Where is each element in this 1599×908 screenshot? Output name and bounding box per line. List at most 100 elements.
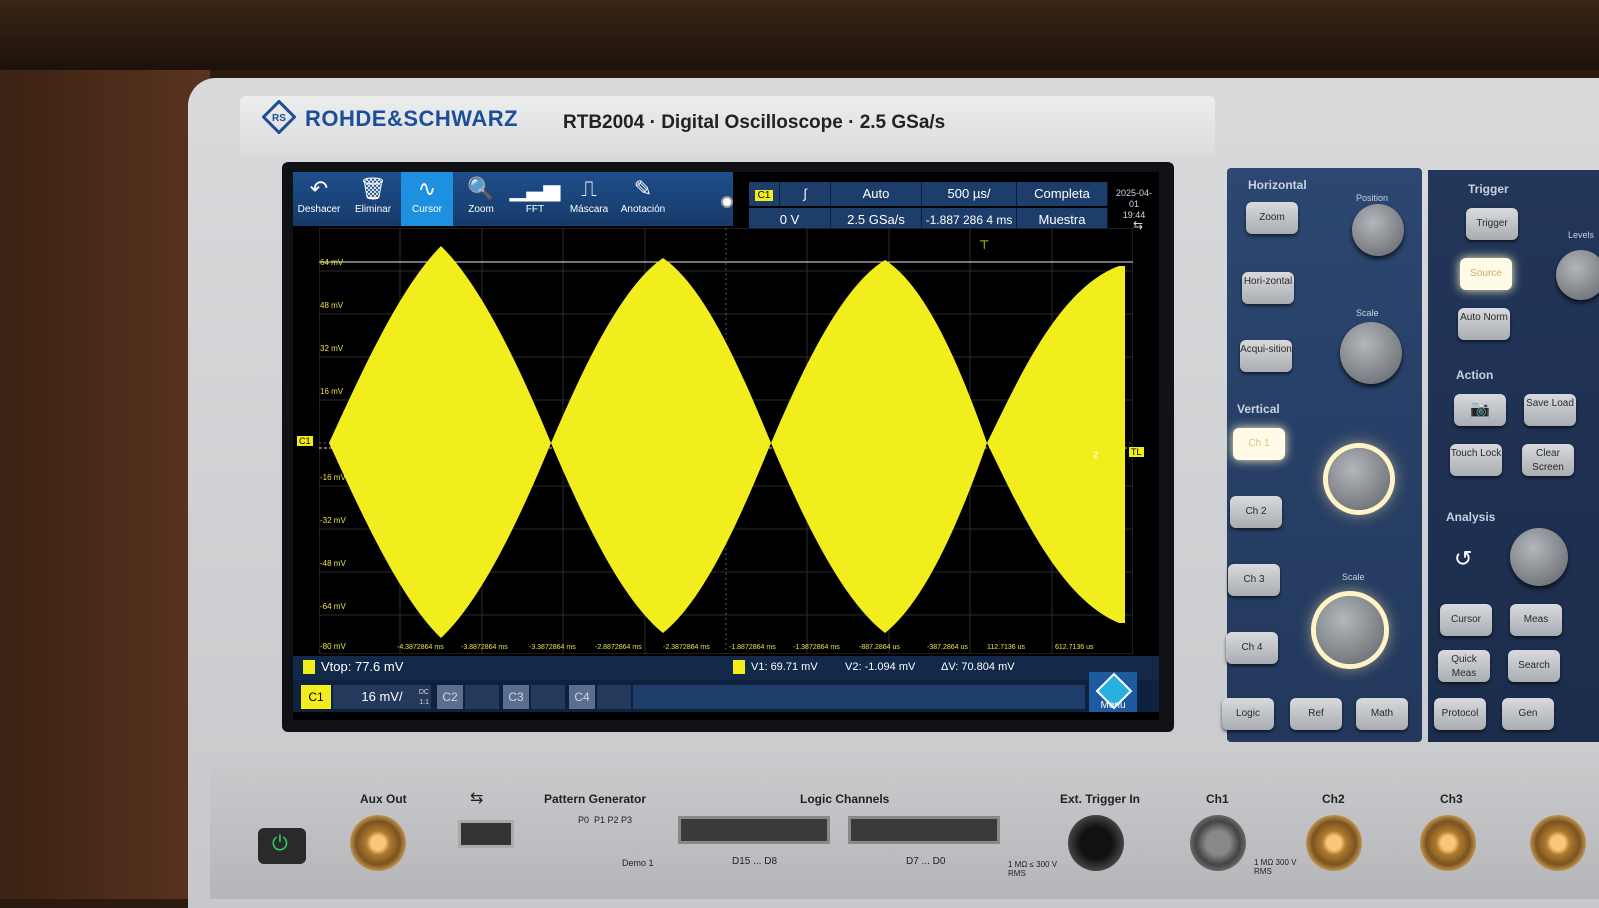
channel-4-scale[interactable] — [597, 685, 631, 709]
channel-1-scale[interactable]: 16 mV/ DC 1:1 — [333, 685, 431, 709]
ref-hw-button[interactable]: Ref — [1290, 698, 1342, 730]
gen-hw-button[interactable]: Gen — [1502, 698, 1554, 730]
ch1-hw-button[interactable]: Ch 1 — [1233, 428, 1285, 460]
x-label: -2.3872864 ms — [663, 644, 710, 651]
ch4-input-connector[interactable] — [1530, 815, 1586, 871]
menu-button[interactable]: Menu — [1089, 672, 1137, 712]
vertical-position-knob[interactable] — [1328, 448, 1390, 510]
aux-out-connector[interactable] — [350, 815, 406, 871]
channel-1-marker[interactable]: C1 — [297, 436, 313, 446]
vertical-title: Vertical — [1237, 402, 1280, 416]
zoom-tool-button[interactable]: 🔍 Zoom — [455, 172, 507, 226]
vtop-value: Vtop: 77.6 mV — [321, 659, 404, 674]
trigger-hw-button[interactable]: Trigger — [1466, 208, 1518, 240]
position-label: Position — [1356, 193, 1389, 203]
trigger-channel-cell[interactable]: C1 — [749, 182, 780, 206]
delete-button[interactable]: 🗑 Eliminar — [347, 172, 399, 226]
usb-port[interactable] — [458, 820, 514, 848]
math-hw-button[interactable]: Math — [1356, 698, 1408, 730]
auto-norm-hw-button[interactable]: Auto Norm — [1458, 308, 1510, 340]
channel-1-tab[interactable]: C1 — [301, 685, 331, 709]
save-load-hw-button[interactable]: Save Load — [1524, 394, 1576, 426]
power-icon: ⏻ — [272, 833, 288, 855]
brand-name: ROHDE&SCHWARZ — [305, 106, 519, 131]
touch-lock-hw-button[interactable]: Touch Lock — [1450, 444, 1502, 476]
channel-3-tab[interactable]: C3 — [503, 685, 529, 709]
horizontal-hw-button[interactable]: Hori-zontal — [1242, 272, 1294, 304]
screenshot-hw-button[interactable]: 📷 — [1454, 394, 1506, 426]
search-hw-button[interactable]: Search — [1508, 650, 1560, 682]
fft-button[interactable]: ▁▃▅ FFT — [509, 172, 561, 226]
trigger-level-knob[interactable] — [1556, 250, 1599, 300]
undo-button[interactable]: ↶ Deshacer — [293, 172, 345, 226]
y-label: 64 mV — [320, 258, 344, 267]
cursor-hw-button[interactable]: Cursor — [1440, 604, 1492, 636]
zoom-label: Zoom — [468, 204, 494, 215]
ch1-input-connector[interactable] — [1190, 815, 1246, 871]
cursor-2-marker[interactable]: 2 — [1093, 450, 1098, 460]
acquisition-hw-button[interactable]: Acqui-sition — [1240, 340, 1292, 372]
x-label: -2.8872864 ms — [595, 644, 642, 651]
quick-meas-hw-button[interactable]: Quick Meas — [1438, 650, 1490, 682]
cursor-delta-v: ΔV: 70.804 mV — [941, 661, 1015, 673]
clear-screen-hw-button[interactable]: Clear Screen — [1522, 444, 1574, 476]
meas-hw-button[interactable]: Meas — [1510, 604, 1562, 636]
x-label: -887.2864 us — [859, 644, 900, 651]
d15-d8-label: D15 ... D8 — [732, 856, 778, 867]
channel-1-probe: 1:1 — [419, 699, 429, 706]
toolbar-expand-icon[interactable] — [721, 196, 733, 208]
trash-icon: 🗑 — [359, 176, 387, 201]
channel-4-tab[interactable]: C4 — [569, 685, 595, 709]
trigger-title: Trigger — [1468, 182, 1509, 196]
x-label: 112.7136 us — [987, 644, 1026, 651]
background-shelf — [0, 0, 1599, 70]
horizontal-position-knob[interactable] — [1352, 204, 1404, 256]
ch2-input-label: Ch2 — [1322, 792, 1345, 806]
channel-2-tab[interactable]: C2 — [437, 685, 463, 709]
waveform-grid[interactable] — [319, 228, 1133, 654]
vertical-scale-knob[interactable] — [1316, 596, 1384, 664]
trigger-level-marker[interactable]: TL — [1129, 447, 1144, 457]
source-hw-button[interactable]: Source — [1460, 258, 1512, 290]
ch3-input-connector[interactable] — [1420, 815, 1476, 871]
cursor-tool-button[interactable]: ∿ Cursor — [401, 172, 453, 226]
levels-label: Levels — [1568, 230, 1595, 240]
channel-bar: C1 16 mV/ DC 1:1 C2 C3 C4 Menu — [293, 672, 1159, 712]
ch2-hw-button[interactable]: Ch 2 — [1230, 496, 1282, 528]
trigger-position-icon[interactable]: ⊤ — [979, 238, 989, 252]
channel-2-scale[interactable] — [465, 685, 499, 709]
horizontal-scale-knob[interactable] — [1340, 322, 1402, 384]
toolbar: ↶ Deshacer 🗑 Eliminar ∿ Cursor 🔍 Zoom ▁▃… — [293, 172, 733, 226]
protocol-hw-button[interactable]: Protocol — [1434, 698, 1486, 730]
model-title: RTB2004 · Digital Oscilloscope · 2.5 GSa… — [563, 112, 946, 133]
cursor-label: Cursor — [411, 204, 442, 215]
run-stop-icon[interactable]: ↺ — [1454, 546, 1472, 572]
ext-trigger-connector[interactable] — [1068, 815, 1124, 871]
logic-connector-d15-d8[interactable] — [678, 816, 830, 844]
mask-icon: ⎍ — [581, 176, 597, 201]
zoom-hw-button[interactable]: Zoom — [1246, 202, 1298, 234]
y-label: 48 mV — [320, 301, 344, 310]
analysis-knob[interactable] — [1510, 528, 1568, 586]
date-time: 2025-04-01 19:44 — [1111, 188, 1157, 221]
background-wood — [0, 70, 210, 899]
acquisition-mode[interactable]: Completa — [1017, 182, 1108, 206]
ch2-input-connector[interactable] — [1306, 815, 1362, 871]
trigger-mode[interactable]: Auto — [831, 182, 922, 206]
logic-connector-d7-d0[interactable] — [848, 816, 1000, 844]
annotation-button[interactable]: ✎ Anotación — [617, 172, 669, 226]
ext-trigger-rating: 1 MΩ ≤ 300 V RMS — [1008, 860, 1058, 878]
x-label: -3.3872864 ms — [529, 644, 576, 651]
rs-logo-icon: RS — [262, 100, 296, 134]
mask-button[interactable]: ⎍ Máscara — [563, 172, 615, 226]
channel-3-scale[interactable] — [531, 685, 565, 709]
x-label: -1.8872864 ms — [729, 644, 776, 651]
ch1-input-label: Ch1 — [1206, 792, 1229, 806]
power-button[interactable]: ⏻ — [258, 828, 306, 864]
logic-hw-button[interactable]: Logic — [1222, 698, 1274, 730]
ch3-hw-button[interactable]: Ch 3 — [1228, 564, 1280, 596]
cursor-channel-swatch — [733, 660, 745, 674]
timebase[interactable]: 500 µs/ — [922, 182, 1017, 206]
trigger-slope[interactable]: ∫ — [780, 182, 831, 206]
ch4-hw-button[interactable]: Ch 4 — [1226, 632, 1278, 664]
